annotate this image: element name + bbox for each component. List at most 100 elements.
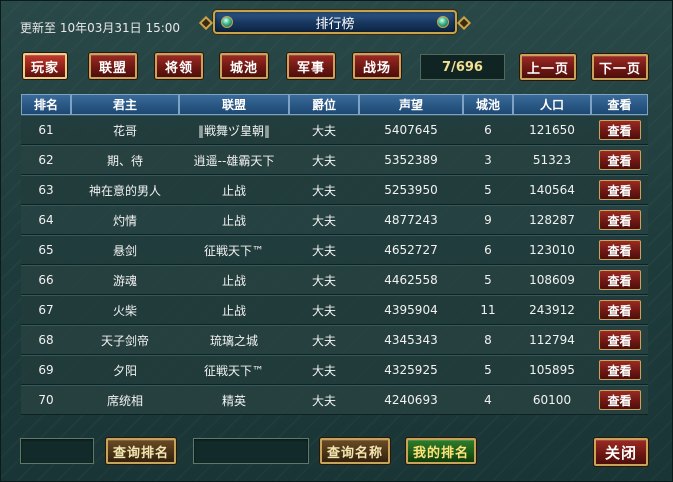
prestige-cell: 5253950: [359, 175, 463, 205]
lord-cell: 火柴: [71, 295, 179, 325]
cities-cell: 6: [463, 235, 513, 265]
cities-cell: 8: [463, 325, 513, 355]
next-page-button[interactable]: 下一页: [592, 54, 648, 80]
page-indicator: 7/696: [420, 54, 505, 80]
column-header-alliance: 联盟: [179, 94, 289, 115]
alliance-cell: 止战: [179, 205, 289, 235]
prestige-cell: 4325925: [359, 355, 463, 385]
population-cell: 112794: [513, 325, 591, 355]
table-row: 66 游魂 止战 大夫 4462558 5 108609 查看: [21, 265, 648, 295]
lord-cell: 神在意的男人: [71, 175, 179, 205]
title-cell: 大夫: [289, 145, 359, 175]
view-button[interactable]: 查看: [598, 270, 641, 290]
table-row: 69 夕阳 征戦天下™ 大夫 4325925 5 105895 查看: [21, 355, 648, 385]
alliance-cell: 琉璃之城: [179, 325, 289, 355]
view-cell: 查看: [591, 385, 648, 415]
prev-page-button[interactable]: 上一页: [520, 54, 576, 80]
tab-military[interactable]: 军事: [287, 53, 335, 79]
table-header-row: 排名 君主 联盟 爵位 声望 城池 人口 查看: [21, 94, 648, 115]
tab-player[interactable]: 玩家: [23, 53, 67, 79]
cities-cell: 5: [463, 265, 513, 295]
lord-cell: 夕阳: [71, 355, 179, 385]
cities-cell: 5: [463, 175, 513, 205]
title-cell: 大夫: [289, 175, 359, 205]
cities-cell: 6: [463, 115, 513, 145]
view-button[interactable]: 查看: [598, 240, 641, 260]
lord-cell: 期、待: [71, 145, 179, 175]
rank-cell: 69: [21, 355, 71, 385]
view-button[interactable]: 查看: [598, 180, 641, 200]
rank-cell: 68: [21, 325, 71, 355]
view-cell: 查看: [591, 265, 648, 295]
my-rank-button[interactable]: 我的排名: [406, 438, 476, 464]
lord-cell: 悬剑: [71, 235, 179, 265]
alliance-cell: 止战: [179, 265, 289, 295]
title-cell: 大夫: [289, 355, 359, 385]
rank-cell: 61: [21, 115, 71, 145]
cities-cell: 9: [463, 205, 513, 235]
table-row: 61 花哥 ‖戦舞ヅ皇朝‖ 大夫 5407645 6 121650 查看: [21, 115, 648, 145]
column-header-prestige: 声望: [359, 94, 463, 115]
rank-cell: 65: [21, 235, 71, 265]
rank-search-input[interactable]: [20, 438, 94, 464]
title-cell: 大夫: [289, 235, 359, 265]
alliance-cell: 征戦天下™: [179, 355, 289, 385]
title-cell: 大夫: [289, 265, 359, 295]
banner-ornament-icon: [198, 15, 214, 31]
tab-city[interactable]: 城池: [220, 53, 268, 79]
lord-cell: 天子剑帝: [71, 325, 179, 355]
alliance-cell: 精英: [179, 385, 289, 415]
title-cell: 大夫: [289, 295, 359, 325]
cities-cell: 5: [463, 355, 513, 385]
table-row: 70 席统相 精英 大夫 4240693 4 60100 查看: [21, 385, 648, 415]
cities-cell: 3: [463, 145, 513, 175]
table-row: 64 灼情 止战 大夫 4877243 9 128287 查看: [21, 205, 648, 235]
view-cell: 查看: [591, 145, 648, 175]
table-row: 63 神在意的男人 止战 大夫 5253950 5 140564 查看: [21, 175, 648, 205]
population-cell: 105895: [513, 355, 591, 385]
table-row: 65 悬剑 征戦天下™ 大夫 4652727 6 123010 查看: [21, 235, 648, 265]
view-button[interactable]: 查看: [598, 330, 641, 350]
population-cell: 243912: [513, 295, 591, 325]
query-name-button[interactable]: 查询名称: [320, 438, 390, 464]
column-header-population: 人口: [513, 94, 591, 115]
column-header-rank: 排名: [21, 94, 71, 115]
column-header-lord: 君主: [71, 94, 179, 115]
table-row: 67 火柴 止战 大夫 4395904 11 243912 查看: [21, 295, 648, 325]
prestige-cell: 5407645: [359, 115, 463, 145]
population-cell: 121650: [513, 115, 591, 145]
alliance-cell: 逍遥--雄霸天下: [179, 145, 289, 175]
view-button[interactable]: 查看: [598, 360, 641, 380]
alliance-cell: 征戦天下™: [179, 235, 289, 265]
ranking-table: 排名 君主 联盟 爵位 声望 城池 人口 查看 61 花哥 ‖戦舞ヅ皇朝‖ 大夫 540…: [21, 94, 648, 415]
lord-cell: 灼情: [71, 205, 179, 235]
title-cell: 大夫: [289, 325, 359, 355]
view-cell: 查看: [591, 205, 648, 235]
prestige-cell: 4395904: [359, 295, 463, 325]
tab-general[interactable]: 将领: [155, 53, 203, 79]
view-button[interactable]: 查看: [598, 120, 641, 140]
alliance-cell: 止战: [179, 295, 289, 325]
view-button[interactable]: 查看: [598, 150, 641, 170]
page-title: 排行榜: [315, 16, 355, 32]
query-rank-button[interactable]: 查询排名: [106, 438, 176, 464]
rank-cell: 62: [21, 145, 71, 175]
view-button[interactable]: 查看: [598, 300, 641, 320]
name-search-input[interactable]: [193, 438, 309, 464]
view-cell: 查看: [591, 325, 648, 355]
tab-alliance[interactable]: 联盟: [89, 53, 137, 79]
population-cell: 108609: [513, 265, 591, 295]
view-button[interactable]: 查看: [598, 210, 641, 230]
population-cell: 123010: [513, 235, 591, 265]
prestige-cell: 4240693: [359, 385, 463, 415]
population-cell: 128287: [513, 205, 591, 235]
prestige-cell: 4877243: [359, 205, 463, 235]
tab-battlefield[interactable]: 战场: [353, 53, 401, 79]
population-cell: 51323: [513, 145, 591, 175]
close-button[interactable]: 关闭: [594, 438, 648, 466]
update-timestamp: 更新至 10年03月31日 15:00: [20, 21, 181, 35]
table-row: 62 期、待 逍遥--雄霸天下 大夫 5352389 3 51323 查看: [21, 145, 648, 175]
banner-ornament-icon: [456, 15, 472, 31]
column-header-view: 查看: [591, 94, 648, 115]
view-button[interactable]: 查看: [598, 390, 641, 410]
